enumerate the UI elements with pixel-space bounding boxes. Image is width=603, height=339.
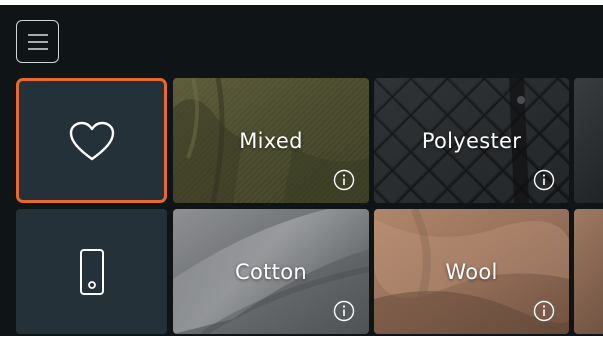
heart-icon	[69, 121, 114, 160]
category-label-mixed: Mixed	[239, 128, 303, 153]
info-icon[interactable]	[333, 300, 355, 322]
app-screen: Mixed Polyester Cotton Wool	[0, 0, 603, 339]
category-tile-wool[interactable]: Wool	[374, 209, 569, 334]
device-tile[interactable]	[16, 209, 167, 334]
hamburger-menu-icon	[27, 33, 48, 50]
info-icon[interactable]	[533, 169, 555, 191]
category-tile-partial-row2[interactable]	[574, 209, 603, 334]
menu-button[interactable]	[16, 20, 59, 63]
category-tile-cotton[interactable]: Cotton	[173, 209, 369, 334]
top-edge	[0, 0, 603, 5]
category-label-wool: Wool	[445, 259, 498, 284]
phone-icon	[79, 248, 104, 295]
category-tile-partial-row1[interactable]	[574, 78, 603, 203]
category-label-cotton: Cotton	[235, 259, 307, 284]
category-label-polyester: Polyester	[421, 128, 522, 153]
info-icon[interactable]	[333, 169, 355, 191]
favorites-tile[interactable]	[16, 78, 167, 203]
category-tile-polyester[interactable]: Polyester	[374, 78, 569, 203]
info-icon[interactable]	[533, 300, 555, 322]
category-tile-mixed[interactable]: Mixed	[173, 78, 369, 203]
